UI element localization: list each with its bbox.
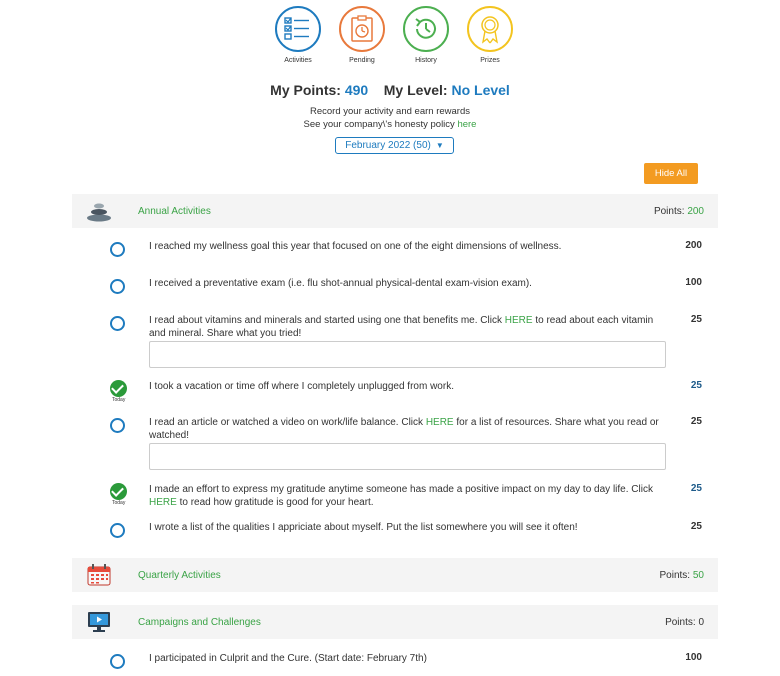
here-link[interactable]: HERE [149, 497, 177, 508]
top-nav: Activities Pending History Prizes [0, 6, 780, 68]
activity-points: 100 [685, 652, 702, 663]
section-points: Points: 0 [665, 617, 704, 628]
honesty-policy-text: See your company\'s honesty policy [303, 119, 455, 130]
record-activity-text: Record your activity and earn rewards [310, 106, 470, 117]
nav-history-label: History [415, 57, 437, 64]
activity-points: 25 [690, 314, 702, 325]
activity-points: 200 [685, 240, 702, 251]
section-campaigns-and-challenges[interactable]: Campaigns and Challenges Points: 0 [72, 605, 718, 639]
activity-radio[interactable] [110, 242, 125, 257]
activity-radio[interactable] [110, 279, 125, 294]
level-label: My Level: [383, 82, 448, 98]
stopwatch-icon [339, 6, 385, 52]
calendar-icon [86, 563, 112, 592]
activity-text: I took a vacation or time off where I co… [149, 381, 454, 392]
activity-points: 25 [690, 416, 702, 427]
section-points: Points: 50 [659, 570, 704, 581]
activity-radio[interactable] [110, 316, 125, 331]
stones-icon [86, 200, 112, 227]
nav-activities-label: Activities [284, 57, 312, 64]
activity-text: I read about vitamins and minerals and s… [149, 315, 654, 339]
monitor-icon [86, 611, 112, 638]
level-value: No Level [451, 82, 510, 98]
completed-check-icon[interactable] [110, 380, 127, 397]
nav-activities[interactable]: Activities [271, 6, 325, 64]
today-badge: Today [112, 500, 126, 506]
nav-pending[interactable]: Pending [335, 6, 389, 64]
nav-prizes-label: Prizes [480, 57, 500, 64]
checklist-icon [275, 6, 321, 52]
section-title: Quarterly Activities [138, 570, 221, 581]
activity-response-input[interactable] [149, 443, 666, 470]
section-points: Points: 200 [653, 206, 704, 217]
activity-points: 25 [690, 483, 702, 494]
section-quarterly-activities[interactable]: Quarterly Activities Points: 50 [72, 558, 718, 592]
activity-text: I read an article or watched a video on … [149, 417, 659, 441]
activity-radio[interactable] [110, 654, 125, 669]
honesty-policy-link[interactable]: here [457, 119, 476, 130]
activity-points: 100 [685, 277, 702, 288]
award-ribbon-icon [467, 6, 513, 52]
activity-text: I reached my wellness goal this year tha… [149, 241, 562, 252]
section-title: Campaigns and Challenges [138, 617, 261, 628]
here-link[interactable]: HERE [505, 315, 533, 326]
points-value: 490 [344, 82, 369, 98]
activity-radio[interactable] [110, 523, 125, 538]
month-select[interactable]: February 2022 (50) ▼ [335, 137, 454, 154]
section-title: Annual Activities [138, 206, 211, 217]
nav-history[interactable]: History [399, 6, 453, 64]
activity-points: 25 [690, 521, 702, 532]
completed-check-icon[interactable] [110, 483, 127, 500]
activity-text: I made an effort to express my gratitude… [149, 484, 653, 508]
honesty-policy-line: See your company\'s honesty policy here [0, 119, 780, 130]
activity-radio[interactable] [110, 418, 125, 433]
points-summary: My Points: 490 My Level: No Level [0, 82, 780, 98]
nav-pending-label: Pending [349, 57, 375, 64]
activity-text: I participated in Culprit and the Cure. … [149, 653, 427, 664]
activity-points: 25 [690, 380, 702, 391]
history-icon [403, 6, 449, 52]
month-select-value: February 2022 (50) [345, 140, 431, 151]
activity-response-input[interactable] [149, 341, 666, 368]
hide-all-button[interactable]: Hide All [644, 163, 698, 184]
chevron-down-icon: ▼ [435, 141, 444, 150]
today-badge: Today [112, 397, 126, 403]
section-annual-activities[interactable]: Annual Activities Points: 200 [72, 194, 718, 228]
activity-text: I wrote a list of the qualities I appric… [149, 522, 578, 533]
points-label: My Points: [270, 82, 341, 98]
here-link[interactable]: HERE [426, 417, 454, 428]
nav-prizes[interactable]: Prizes [463, 6, 517, 64]
activity-text: I received a preventative exam (i.e. flu… [149, 278, 532, 289]
